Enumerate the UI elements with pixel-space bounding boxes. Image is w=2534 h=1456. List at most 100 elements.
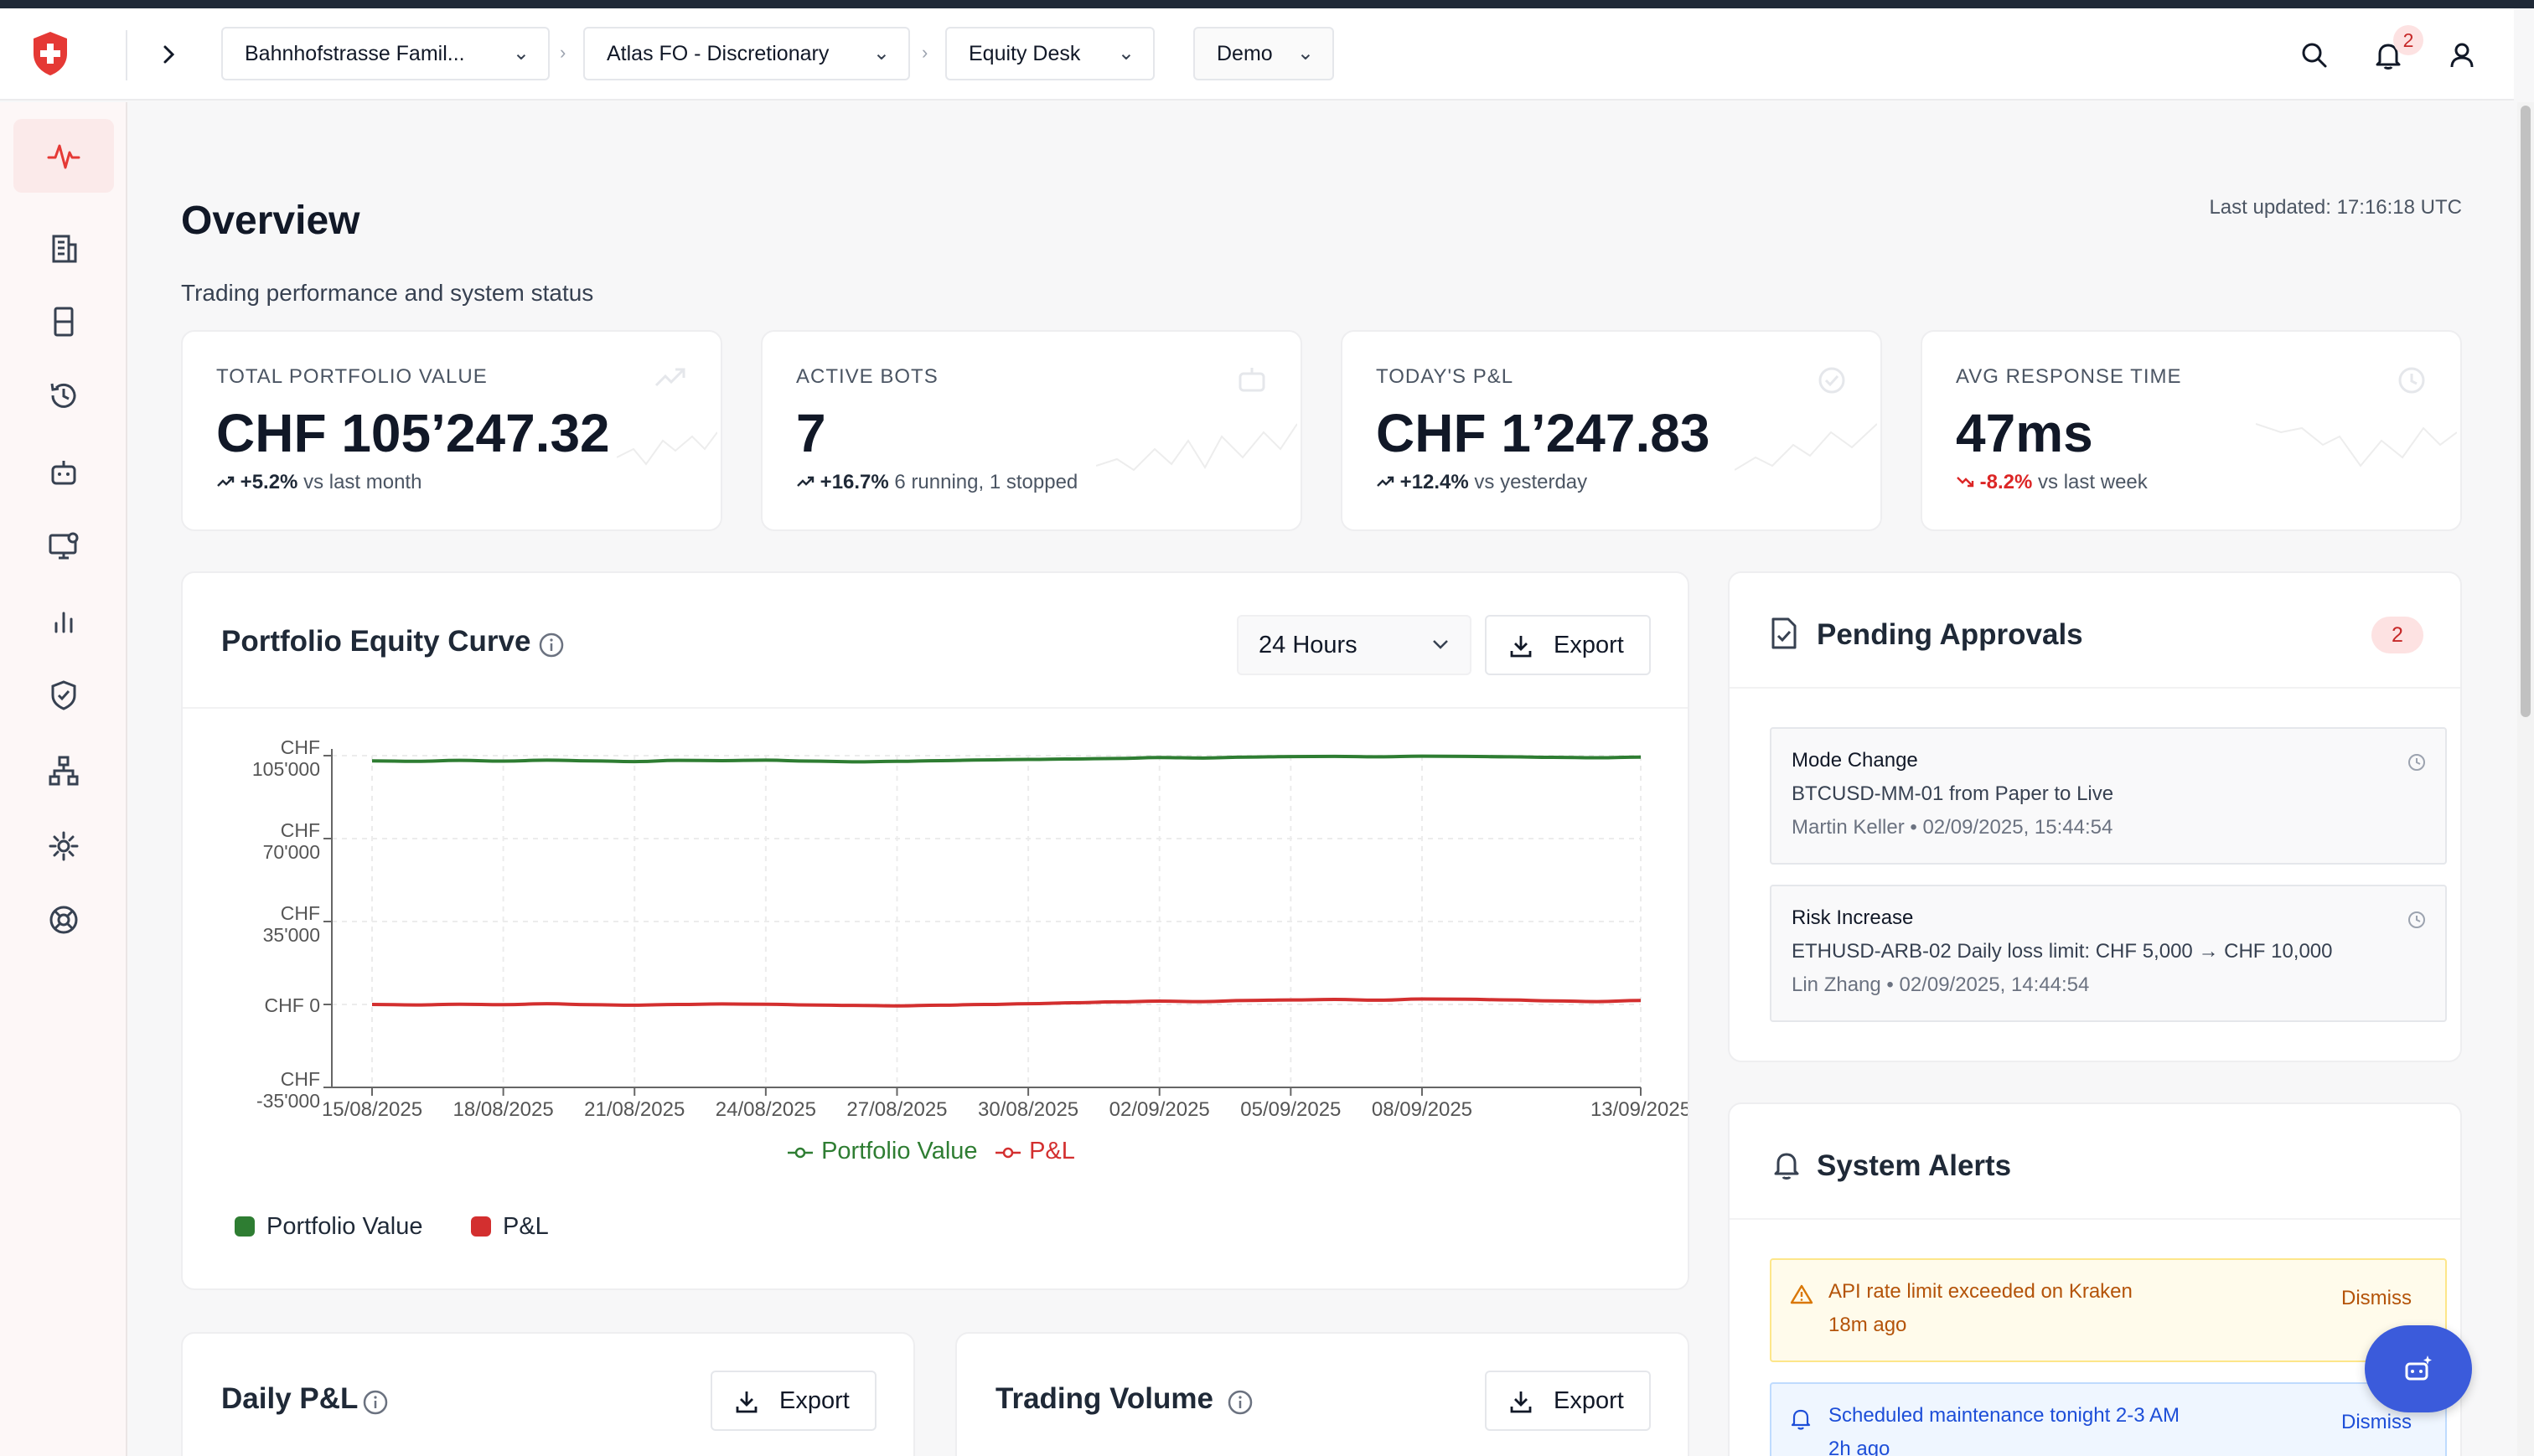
breadcrumb-portfolio[interactable]: Atlas FO - Discretionary ⌄ <box>583 27 910 80</box>
dismiss-button[interactable]: Dismiss <box>2341 1411 2412 1434</box>
export-label: Export <box>1554 1387 1624 1414</box>
divider <box>1730 1218 2460 1220</box>
chart-legend-portfolio: Portfolio Value <box>786 1138 978 1165</box>
approval-item[interactable]: Mode Change BTCUSD-MM-01 from Paper to L… <box>1770 727 2447 865</box>
clock-icon <box>2408 754 2425 771</box>
sidebar-item-history[interactable] <box>13 359 114 432</box>
kpi-change: +16.7% 6 running, 1 stopped <box>796 471 1078 494</box>
kpi-change: +12.4% vs yesterday <box>1376 471 1587 494</box>
daily-pnl-panel: Daily P&L Export <box>181 1332 915 1456</box>
environment-selector[interactable]: Demo ⌄ <box>1193 27 1334 80</box>
lifebuoy-icon <box>49 906 78 934</box>
equity-chart[interactable]: CHF-35'000CHF 0CHF35'000CHF70'000CHF105'… <box>183 732 1688 1118</box>
kpi-change-value: +12.4% <box>1399 471 1469 493</box>
legend-line-marker-icon <box>788 1147 813 1159</box>
x-tick-label: 24/08/2025 <box>716 1098 816 1118</box>
breadcrumb-separator-icon: › <box>560 42 566 63</box>
x-tick-label: 02/09/2025 <box>1109 1098 1210 1118</box>
panel-title: Daily P&L <box>221 1382 359 1415</box>
user-icon[interactable] <box>2445 39 2479 72</box>
expand-sidebar-chevron-icon[interactable] <box>159 44 178 65</box>
sidebar-item-analytics[interactable] <box>13 585 114 658</box>
export-button[interactable]: Export <box>1485 1371 1651 1431</box>
trending-up-icon <box>217 476 235 487</box>
divider <box>183 707 1688 709</box>
gear-icon <box>49 831 79 861</box>
sidebar-item-monitoring[interactable] <box>13 509 114 583</box>
alert-time: 2h ago <box>1828 1438 1890 1456</box>
kpi-change-note: 6 running, 1 stopped <box>894 471 1078 493</box>
file-check-icon <box>1771 617 1797 649</box>
sidebar-item-organizations[interactable] <box>13 211 114 285</box>
breadcrumb-desk-label: Equity Desk <box>969 42 1081 65</box>
ledger-icon <box>54 307 74 337</box>
x-tick-label: 08/09/2025 <box>1372 1098 1472 1118</box>
breadcrumb-family[interactable]: Bahnhofstrasse Famil... ⌄ <box>221 27 550 80</box>
export-label: Export <box>1554 632 1624 658</box>
alert-message: API rate limit exceeded on Kraken <box>1828 1280 2133 1303</box>
check-circle-icon <box>1818 367 1845 394</box>
sidebar-item-hierarchy[interactable] <box>13 734 114 808</box>
kpi-label: AVG RESPONSE TIME <box>1956 365 2182 388</box>
page-title: Overview <box>181 199 360 243</box>
equity-curve-panel: Portfolio Equity Curve 24 Hours Export C… <box>181 571 1689 1290</box>
clock-icon <box>2408 911 2425 928</box>
time-range-select[interactable]: 24 Hours <box>1237 615 1471 675</box>
export-button[interactable]: Export <box>711 1371 877 1431</box>
kpi-label: TOTAL PORTFOLIO VALUE <box>216 365 488 388</box>
sidebar-item-settings[interactable] <box>13 809 114 883</box>
ai-assistant-button[interactable] <box>2365 1325 2472 1412</box>
x-tick-label: 30/08/2025 <box>978 1098 1078 1118</box>
network-icon <box>49 756 79 786</box>
approval-detail: ETHUSD-ARB-02 Daily loss limit: CHF 5,00… <box>1792 940 2333 963</box>
chevron-down-icon: ⌄ <box>1296 42 1314 65</box>
kpi-card-avg-response-time: AVG RESPONSE TIME 47ms -8.2% vs last wee… <box>1921 330 2462 531</box>
info-icon[interactable] <box>1227 1389 1254 1416</box>
y-tick-label: -35'000 <box>256 1090 320 1112</box>
legend-swatch <box>235 1216 255 1237</box>
trending-up-icon <box>1377 476 1394 487</box>
sidebar <box>0 102 127 1456</box>
sidebar-item-bots[interactable] <box>13 436 114 509</box>
search-icon[interactable] <box>2298 39 2331 72</box>
bot-icon <box>1239 368 1265 392</box>
y-tick-label: CHF 0 <box>265 994 320 1016</box>
kpi-value: CHF 105’247.32 <box>216 403 610 463</box>
top-strip <box>0 0 2534 8</box>
chevron-down-icon: ⌄ <box>512 42 530 65</box>
approval-detail: BTCUSD-MM-01 from Paper to Live <box>1792 782 2114 805</box>
panel-title: Portfolio Equity Curve <box>221 625 531 658</box>
y-tick-label: CHF <box>281 902 320 924</box>
shield-check-icon <box>51 680 76 710</box>
kpi-change: -8.2% vs last week <box>1956 471 2148 494</box>
sidebar-item-support[interactable] <box>13 883 114 957</box>
legend-swatch <box>471 1216 491 1237</box>
panel-title: Trading Volume <box>995 1382 1213 1415</box>
kpi-change-note: vs yesterday <box>1474 471 1588 493</box>
last-updated: Last updated: 17:16:18 UTC <box>2209 196 2462 219</box>
breadcrumb-desk[interactable]: Equity Desk ⌄ <box>945 27 1155 80</box>
kpi-value: 7 <box>796 403 826 463</box>
legend-label: Portfolio Value <box>266 1213 423 1240</box>
swiss-shield-logo-icon[interactable] <box>30 30 70 77</box>
legend-label: Portfolio Value <box>821 1138 978 1164</box>
dismiss-button[interactable]: Dismiss <box>2341 1287 2412 1310</box>
approval-type: Mode Change <box>1792 749 1918 772</box>
approval-meta: Lin Zhang • 02/09/2025, 14:44:54 <box>1792 973 2090 996</box>
bell-icon <box>1791 1409 1811 1430</box>
alert-message: Scheduled maintenance tonight 2-3 AM <box>1828 1404 2180 1427</box>
sidebar-item-overview[interactable] <box>13 119 114 193</box>
alert-time: 18m ago <box>1828 1314 1907 1336</box>
legend-label: P&L <box>503 1213 549 1240</box>
approval-item[interactable]: Risk Increase ETHUSD-ARB-02 Daily loss l… <box>1770 885 2447 1022</box>
page-scrollbar-thumb[interactable] <box>2521 106 2531 717</box>
sidebar-item-accounts[interactable] <box>13 285 114 359</box>
kpi-value: CHF 1’247.83 <box>1376 403 1710 463</box>
chevron-down-icon: ⌄ <box>872 42 890 65</box>
info-icon[interactable] <box>538 632 565 658</box>
info-icon[interactable] <box>362 1389 389 1416</box>
export-button[interactable]: Export <box>1485 615 1651 675</box>
breadcrumb-family-label: Bahnhofstrasse Famil... <box>245 42 465 65</box>
sidebar-item-risk[interactable] <box>13 658 114 732</box>
trending-up-icon <box>654 368 685 387</box>
